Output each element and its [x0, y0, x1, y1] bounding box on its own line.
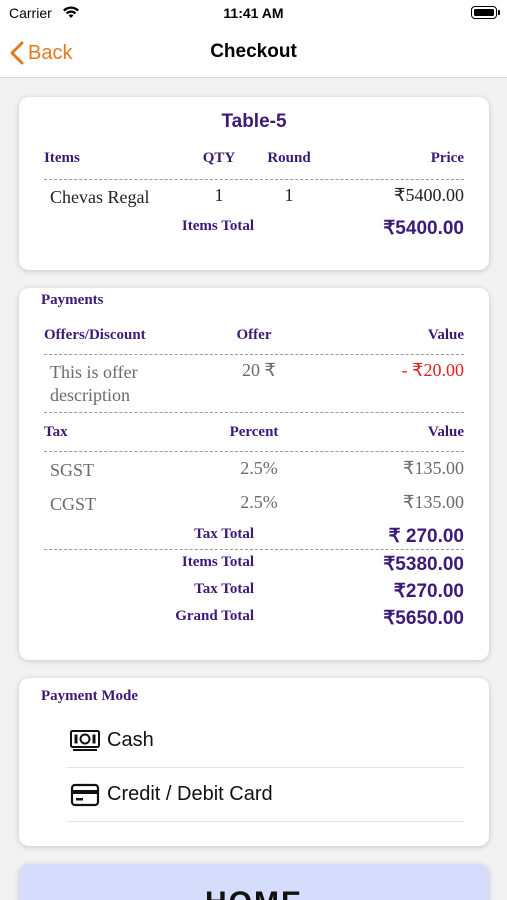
payments-title: Payments [41, 292, 104, 308]
payment-option-card[interactable]: Credit / Debit Card [67, 768, 464, 822]
payment-mode-card: Payment Mode Cash Credit / Debit Card [19, 678, 489, 846]
payment-mode-title: Payment Mode [41, 688, 139, 704]
payments-card: Payments Offers/Discount Offer Value Thi… [19, 288, 489, 660]
tax-name: CGST [50, 494, 97, 514]
tax-total-label: Tax Total [194, 526, 254, 542]
tax-total-value: ₹ 270.00 [388, 526, 464, 547]
item-price: ₹5400.00 [394, 185, 464, 205]
offer-description: This is offer [50, 362, 138, 382]
grand-total-value: ₹5650.00 [383, 608, 464, 629]
page-title: Checkout [210, 41, 297, 62]
home-button-label: HOME [19, 886, 489, 900]
cash-label: Cash [107, 729, 154, 751]
tax-header: Tax [44, 424, 68, 440]
status-bar: Carrier 11:41 AM [0, 0, 507, 28]
summary-items-total-label: Items Total [181, 554, 254, 570]
item-name: Chevas Regal [50, 187, 150, 207]
offers-header: Offers/Discount [44, 327, 146, 343]
qty-header: QTY [202, 150, 236, 166]
battery-icon [471, 6, 500, 19]
discount-value: - ₹20.00 [401, 360, 464, 380]
offer-description-line2: description [50, 385, 130, 405]
tax-percent: 2.5% [240, 492, 278, 512]
percent-header: Percent [229, 424, 279, 440]
item-round: 1 [284, 185, 294, 205]
tax-value-header: Value [427, 424, 464, 440]
order-card: Table-5 Items QTY Round Price Chevas Reg… [19, 97, 489, 270]
payment-option-cash[interactable]: Cash [67, 714, 464, 768]
grand-total-label: Grand Total [175, 608, 254, 624]
divider [44, 412, 464, 413]
credit-card-icon [70, 783, 100, 806]
divider [44, 549, 464, 550]
clock: 11:41 AM [223, 5, 284, 21]
items-total-value: ₹5400.00 [383, 218, 464, 239]
round-header: Round [267, 150, 311, 166]
table-name: Table-5 [221, 111, 287, 132]
tax-value: ₹135.00 [403, 458, 464, 478]
item-qty: 1 [214, 185, 224, 205]
card-label: Credit / Debit Card [107, 783, 273, 805]
home-button[interactable]: HOME [19, 864, 489, 900]
offer-header: Offer [236, 327, 272, 343]
offer-amount: 20 ₹ [242, 360, 276, 380]
summary-tax-total-value: ₹270.00 [393, 581, 464, 602]
offer-value-header: Value [427, 327, 464, 343]
tax-percent: 2.5% [240, 458, 278, 478]
summary-items-total-value: ₹5380.00 [383, 554, 464, 575]
price-header: Price [430, 150, 464, 166]
items-header: Items [44, 150, 80, 166]
summary-tax-total-label: Tax Total [194, 581, 254, 597]
divider [44, 451, 464, 452]
divider [44, 354, 464, 355]
items-total-label: Items Total [181, 218, 254, 234]
navigation-bar: Back Checkout [0, 28, 507, 78]
divider [44, 179, 464, 180]
tax-value: ₹135.00 [403, 492, 464, 512]
tax-name: SGST [50, 460, 95, 480]
cash-icon [70, 729, 100, 751]
